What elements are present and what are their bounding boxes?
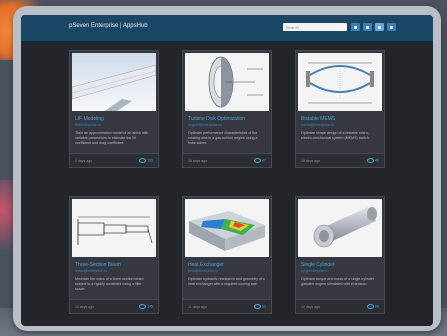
laptop-frame: pSeven Enterprise | AppsHub LIF Modeling… <box>13 6 441 331</box>
card-views: 33 <box>254 304 266 309</box>
menu-icon[interactable] <box>387 23 396 31</box>
app-card[interactable]: Three-Section Beam beam@enterprise.ru Mi… <box>69 196 159 314</box>
card-description: Optimize torque and mass of a single-cyl… <box>301 277 374 286</box>
mems-diagram <box>298 53 382 111</box>
card-footer: 12 days ago 145 <box>70 299 158 313</box>
app-card[interactable]: Heat Exchanger heat@enterprise.ru Optimi… <box>182 196 272 314</box>
card-title[interactable]: Turbine Disk Optimization <box>188 116 268 122</box>
app-card[interactable]: Bistable MEMS mems@enterprise.ru Optimiz… <box>295 50 385 168</box>
eye-icon <box>367 158 375 163</box>
grid-view-icon[interactable] <box>375 23 384 31</box>
app-card[interactable]: Turbine Disk Optimization engine@enterpr… <box>182 50 272 168</box>
beam-diagram <box>72 199 156 257</box>
card-author[interactable]: engine@enterprise.ru <box>188 123 268 127</box>
turbine-disk-drawing <box>185 53 269 111</box>
card-author[interactable]: mems@enterprise.ru <box>301 123 381 127</box>
card-footer: 2 days ago 123 <box>70 153 158 167</box>
card-author[interactable]: cyl@enterprise.ru <box>301 269 381 273</box>
card-views: 67 <box>254 158 266 163</box>
card-footer: 11 days ago 33 <box>183 299 271 313</box>
eye-icon <box>139 304 147 309</box>
eye-icon <box>139 158 147 163</box>
card-view-count: 123 <box>147 158 153 163</box>
app-screen: pSeven Enterprise | AppsHub LIF Modeling… <box>21 15 433 326</box>
card-view-count: 45 <box>375 158 379 163</box>
card-views: 145 <box>139 304 153 309</box>
cylinder-render <box>298 199 382 257</box>
card-date: 28 days ago <box>301 159 321 163</box>
card-title[interactable]: Bistable MEMS <box>301 116 381 122</box>
card-date: 28 days ago <box>188 159 208 163</box>
card-views: 68 <box>367 304 379 309</box>
heat-exchanger-render <box>185 199 269 257</box>
card-date: 11 days ago <box>188 305 207 309</box>
eye-icon <box>254 304 262 309</box>
card-footer: 28 days ago 67 <box>183 153 271 167</box>
card-description: Minimize the mass of a three-section bea… <box>75 277 144 291</box>
card-title[interactable]: Single Cylinder <box>301 262 381 268</box>
card-description: Train an approximation model of an airfo… <box>75 131 149 145</box>
app-card[interactable]: LIF Modeling lif@enterprise.ru Train an … <box>69 50 159 168</box>
card-view-count: 67 <box>262 158 266 163</box>
user-icon[interactable] <box>363 23 372 31</box>
card-title[interactable]: Heat Exchanger <box>188 262 268 268</box>
card-footer: 10 days ago 68 <box>296 299 384 313</box>
search-icon[interactable] <box>351 23 360 31</box>
app-card[interactable]: Single Cylinder cyl@enterprise.ru Optimi… <box>295 196 385 314</box>
card-date: 2 days ago <box>75 159 93 163</box>
eye-icon <box>254 158 262 163</box>
top-navbar: pSeven Enterprise | AppsHub <box>21 15 433 42</box>
card-author[interactable]: heat@enterprise.ru <box>188 269 268 273</box>
card-description: Optimize performance characteristics of … <box>188 131 258 145</box>
card-author[interactable]: lif@enterprise.ru <box>75 123 155 127</box>
card-views: 123 <box>139 158 153 163</box>
card-title[interactable]: Three-Section Beam <box>75 262 155 268</box>
card-view-count: 33 <box>262 304 266 309</box>
card-author[interactable]: beam@enterprise.ru <box>75 269 155 273</box>
card-view-count: 145 <box>147 304 153 309</box>
card-title[interactable]: LIF Modeling <box>75 116 155 122</box>
brand-title[interactable]: pSeven Enterprise | AppsHub <box>69 23 148 29</box>
card-view-count: 68 <box>375 304 379 309</box>
card-description: Optimize shape design of a bistable micr… <box>301 131 370 140</box>
card-views: 45 <box>367 158 379 163</box>
card-date: 12 days ago <box>75 305 95 309</box>
card-date: 10 days ago <box>301 305 321 309</box>
airplane-wing-photo <box>72 53 156 111</box>
eye-icon <box>367 304 375 309</box>
card-description: Optimize hydraulic resistance and geomet… <box>188 277 265 286</box>
search-input[interactable] <box>283 23 347 31</box>
card-footer: 28 days ago 45 <box>296 153 384 167</box>
